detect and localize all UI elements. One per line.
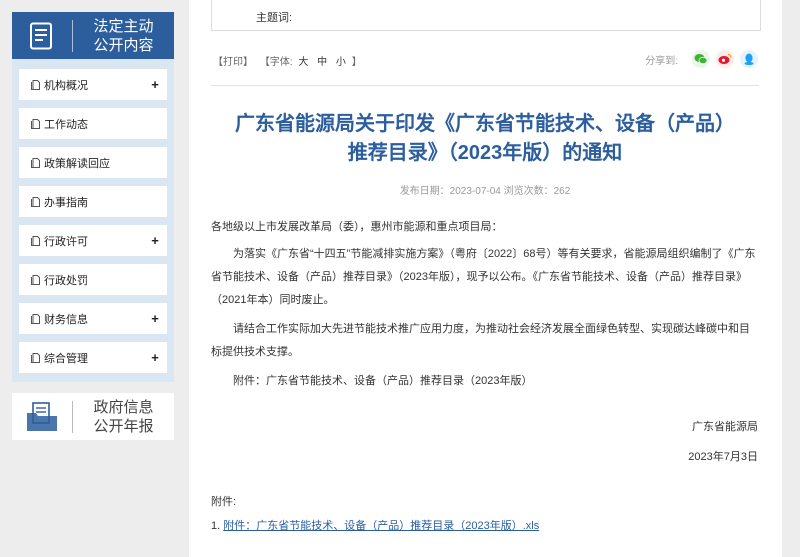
sidebar-item-admin[interactable]: 综合管理 + bbox=[19, 342, 167, 373]
article-body: 各地级以上市发展改革局（委），惠州市能源和重点项目局： 为落实《广东省“十四五”… bbox=[211, 216, 759, 393]
expand-icon[interactable]: + bbox=[143, 77, 167, 92]
doc-icon bbox=[31, 313, 40, 324]
font-medium-button[interactable]: 中 bbox=[317, 57, 327, 68]
banner-text: 法定主动 公开内容 bbox=[73, 17, 174, 55]
sidebar-item-policy[interactable]: 政策解读回应 bbox=[19, 147, 167, 178]
doc-icon bbox=[31, 352, 40, 363]
sidebar-item-work-news[interactable]: 工作动态 bbox=[19, 108, 167, 139]
sign-date: 2023年7月3日 bbox=[688, 451, 758, 463]
sidebar-item-label: 政策解读回应 bbox=[44, 157, 110, 170]
banner-line2: 公开内容 bbox=[93, 36, 154, 54]
subject-box: 主题词: bbox=[211, 0, 761, 31]
divider-line bbox=[211, 85, 759, 86]
attachment-line: 附件：广东省节能技术、设备（产品）推荐目录（2023年版） bbox=[233, 375, 533, 387]
doc-icon bbox=[31, 274, 40, 285]
paragraph-2: 请结合工作实际加大先进节能技术推广应用力度，为推动社会经济发展全面绿色转型、实现… bbox=[211, 323, 750, 358]
sidebar-item-label: 行政许可 bbox=[44, 235, 88, 248]
attachment-link[interactable]: 附件：广东省节能技术、设备（产品）推荐目录（2023年版）.xls bbox=[223, 520, 539, 532]
font-size-label: 【字体: bbox=[259, 57, 293, 68]
sidebar-item-label: 机构概况 bbox=[44, 79, 88, 92]
annual-report-banner[interactable]: 政府信息 公开年报 bbox=[12, 393, 174, 440]
font-small-button[interactable]: 小 bbox=[336, 57, 346, 68]
share-label: 分享到: bbox=[645, 55, 678, 67]
sidebar-item-license[interactable]: 行政许可 + bbox=[19, 225, 167, 256]
sidebar-item-penalty[interactable]: 行政处罚 bbox=[19, 264, 167, 295]
sidebar-item-guide[interactable]: 办事指南 bbox=[19, 186, 167, 217]
signer: 广东省能源局 bbox=[692, 421, 758, 433]
sidebar-item-finance[interactable]: 财务信息 + bbox=[19, 303, 167, 334]
wechat-icon[interactable] bbox=[692, 50, 710, 68]
attachment-index: 1. bbox=[211, 520, 221, 532]
subject-label: 主题词: bbox=[256, 12, 293, 24]
title-line2: 推荐目录》（2023年版）的通知 bbox=[347, 142, 623, 164]
public-content-banner[interactable]: 法定主动 公开内容 bbox=[12, 12, 174, 59]
expand-icon[interactable]: + bbox=[143, 311, 167, 326]
doc-icon bbox=[31, 235, 40, 246]
sidebar: 法定主动 公开内容 机构概况 + 工作动态 政策解读回应 办事指南 行政许可 +… bbox=[0, 0, 185, 557]
article-meta: 发布日期：2023-07-04 浏览次数：262 bbox=[399, 186, 571, 197]
report-folder-icon bbox=[12, 393, 72, 440]
article-panel: 主题词: 【打印】 【字体: 大 中 小 】 分享到: 广东省能源局关于印发《广… bbox=[189, 0, 782, 557]
doc-icon bbox=[31, 196, 40, 207]
document-list-icon bbox=[12, 12, 72, 59]
annual-text: 政府信息 公开年报 bbox=[73, 398, 174, 436]
paragraph-1: 为落实《广东省“十四五”节能减排实施方案》（粤府〔2022〕68号）等有关要求，… bbox=[211, 248, 756, 306]
title-line1: 广东省能源局关于印发《广东省节能技术、设备（产品） bbox=[235, 113, 735, 135]
weibo-icon[interactable] bbox=[716, 50, 734, 68]
sidebar-item-label: 财务信息 bbox=[44, 313, 88, 326]
article-tools: 【打印】 【字体: 大 中 小 】 bbox=[213, 53, 366, 68]
doc-icon bbox=[31, 157, 40, 168]
attachment-item: 1. 附件：广东省节能技术、设备（产品）推荐目录（2023年版）.xls bbox=[211, 517, 539, 533]
banner-line1: 法定主动 bbox=[93, 17, 154, 35]
share-bar: 分享到: bbox=[645, 50, 758, 68]
sidebar-menu: 机构概况 + 工作动态 政策解读回应 办事指南 行政许可 + 行政处罚 财务信息… bbox=[12, 59, 174, 382]
sidebar-item-label: 工作动态 bbox=[44, 118, 88, 131]
expand-icon[interactable]: + bbox=[143, 350, 167, 365]
salutation: 各地级以上市发展改革局（委），惠州市能源和重点项目局： bbox=[211, 221, 503, 233]
print-button[interactable]: 【打印】 bbox=[213, 57, 253, 68]
article-title: 广东省能源局关于印发《广东省节能技术、设备（产品） 推荐目录》（2023年版）的… bbox=[211, 110, 759, 168]
sidebar-item-label: 办事指南 bbox=[44, 196, 88, 209]
sidebar-item-overview[interactable]: 机构概况 + bbox=[19, 69, 167, 100]
annual-line2: 公开年报 bbox=[93, 417, 154, 435]
sidebar-item-label: 综合管理 bbox=[44, 352, 88, 365]
doc-icon bbox=[31, 118, 40, 129]
doc-icon bbox=[31, 79, 40, 90]
annual-line1: 政府信息 bbox=[93, 398, 154, 416]
expand-icon[interactable]: + bbox=[143, 233, 167, 248]
font-size-close: 】 bbox=[351, 57, 362, 68]
sidebar-item-label: 行政处罚 bbox=[44, 274, 88, 287]
attachments-label: 附件: bbox=[211, 496, 237, 508]
qq-icon[interactable] bbox=[740, 50, 758, 68]
font-large-button[interactable]: 大 bbox=[298, 57, 308, 68]
